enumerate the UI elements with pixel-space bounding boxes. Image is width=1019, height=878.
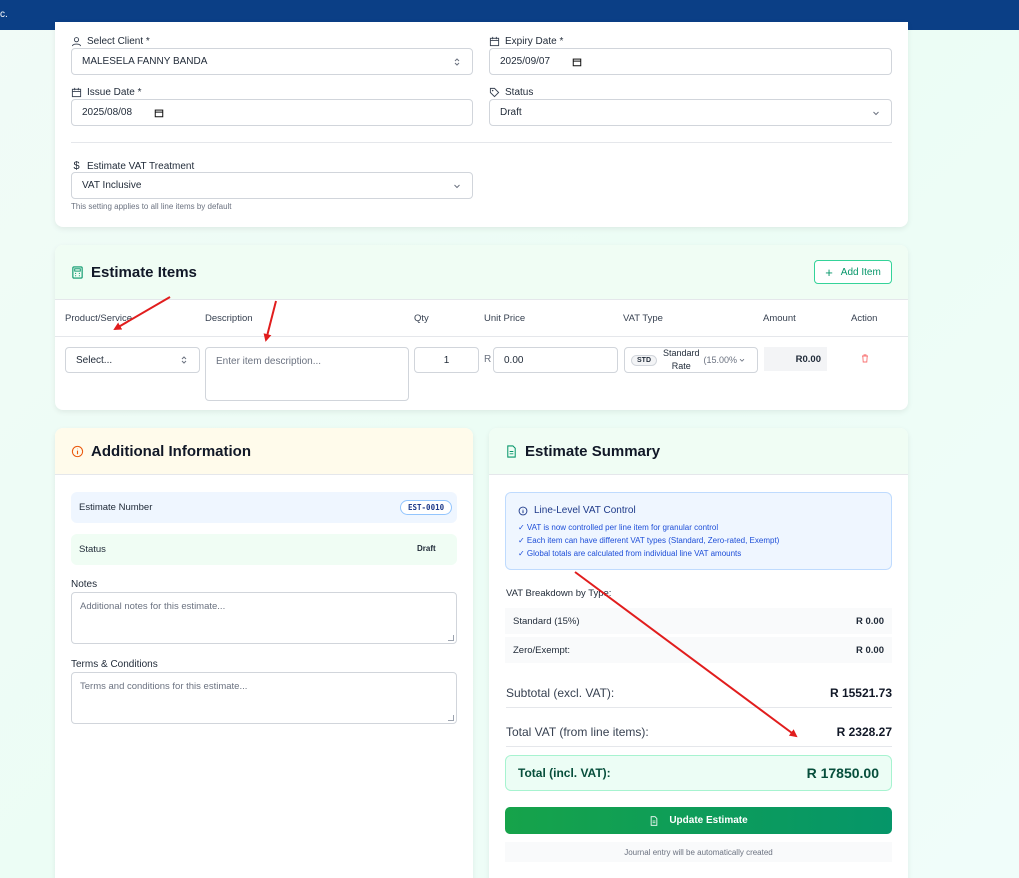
breakdown-zero-row: Zero/Exempt: R 0.00 [505,637,892,663]
trash-icon[interactable] [860,353,870,363]
document-icon [651,815,658,826]
plus-icon: + [825,264,833,280]
chevron-down-icon [738,356,746,364]
terms-textarea[interactable]: Terms and conditions for this estimate..… [71,672,457,724]
chevron-down-icon [452,181,462,191]
vat-control-title: Line-Level VAT Control [518,505,636,516]
tag-icon [489,87,500,98]
line-amount: R0.00 [764,347,827,371]
expiry-date-input[interactable]: 2025/09/07 [489,48,892,75]
description-textarea[interactable]: Enter item description... [205,347,409,401]
vat-control-line: ✓ Each item can have different VAT types… [518,536,780,545]
breakdown-title: VAT Breakdown by Type: [506,588,612,599]
add-item-button[interactable]: + Add Item [814,260,892,284]
vat-type-select[interactable]: STD Standard Rate (15.00% [624,347,758,373]
col-description: Description [205,313,253,324]
expiry-date-label: Expiry Date * [489,36,563,47]
issue-date-input[interactable]: 2025/08/08 [71,99,473,126]
chevron-down-icon [871,108,881,118]
dollar-icon: $ [73,160,80,172]
resize-handle[interactable] [448,715,454,721]
vat-treatment-label: $ Estimate VAT Treatment [71,160,194,172]
breakdown-standard-row: Standard (15%) R 0.00 [505,608,892,634]
notes-textarea[interactable]: Additional notes for this estimate... [71,592,457,644]
vat-treatment-select[interactable]: VAT Inclusive [71,172,473,199]
items-title: Estimate Items [71,264,197,281]
status-row: Status [71,534,457,565]
product-select[interactable]: Select... [65,347,200,373]
info-icon [518,506,528,515]
top-bar-mark: c. [0,9,8,20]
calendar-icon [71,87,82,98]
client-select[interactable]: MALESELA FANNY BANDA [71,48,473,75]
col-product: Product/Service [65,313,133,324]
status-badge: Draft [417,544,436,553]
subtotal-row: Subtotal (excl. VAT): R 15521.73 [506,678,892,708]
vat-control-box: Line-Level VAT Control ✓ VAT is now cont… [505,492,892,570]
vat-name: Standard Rate [663,348,700,371]
col-action: Action [851,313,878,324]
updown-icon [452,57,462,67]
terms-label: Terms & Conditions [71,659,158,670]
vat-control-line: ✓ Global totals are calculated from indi… [518,549,742,558]
resize-handle[interactable] [448,635,454,641]
estimate-details-card: Select Client * MALESELA FANNY BANDA Exp… [55,22,908,227]
estimate-items-card: Estimate Items + Add Item Product/Servic… [55,245,908,410]
journal-note: Journal entry will be automatically crea… [505,842,892,862]
notes-label: Notes [71,579,98,590]
col-qty: Qty [414,313,429,324]
user-icon [71,37,82,47]
col-vat-type: VAT Type [623,313,663,324]
vat-badge: STD [631,354,657,366]
calendar-picker-icon[interactable] [154,108,164,118]
divider [71,142,892,143]
update-estimate-button[interactable]: Update Estimate [505,807,892,834]
calculator-icon [72,266,83,279]
qty-input[interactable]: 1 [414,347,479,373]
updown-icon [179,355,189,365]
total-vat-row: Total VAT (from line items): R 2328.27 [506,717,892,747]
currency-symbol: R [484,354,492,365]
document-icon [507,445,516,458]
summary-title: Estimate Summary [505,443,660,460]
info-icon [71,445,84,458]
status-label: Status [489,87,533,98]
additional-title: Additional Information [71,443,251,460]
unit-price-input[interactable]: 0.00 [493,347,618,373]
additional-info-card: Additional Information Estimate Number E… [55,428,473,878]
vat-rate: (15.00% [703,355,738,365]
col-amount: Amount [763,313,796,324]
calendar-icon [489,36,500,47]
grand-total-box: Total (incl. VAT): R 17850.00 [505,755,892,791]
estimate-number-badge: EST-0010 [400,500,453,515]
table-header-divider [55,336,908,337]
vat-control-line: ✓ VAT is now controlled per line item fo… [518,523,719,532]
vat-treatment-hint: This setting applies to all line items b… [71,202,232,211]
issue-date-label: Issue Date * [71,87,141,98]
calendar-picker-icon[interactable] [572,57,582,67]
col-unit-price: Unit Price [484,313,526,324]
estimate-summary-card: Estimate Summary Line-Level VAT Control … [489,428,908,878]
client-label: Select Client * [71,36,150,47]
status-select[interactable]: Draft [489,99,892,126]
